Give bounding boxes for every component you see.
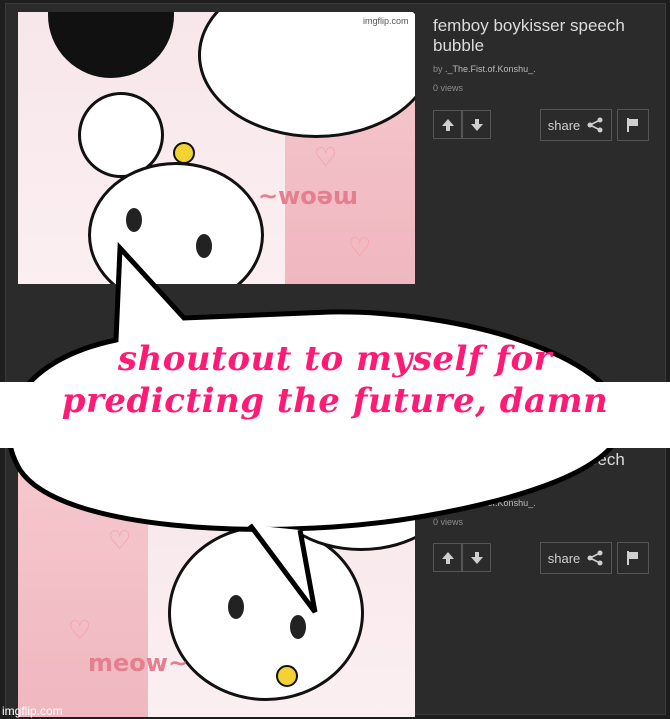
caption-line-2: predicting the future, damn [61,381,609,421]
imgflip-watermark: imgflip.com [2,704,63,718]
caption-line-1: shoutout to myself for [117,339,553,379]
meme-caption: shoutout to myself for predicting the fu… [0,338,670,422]
